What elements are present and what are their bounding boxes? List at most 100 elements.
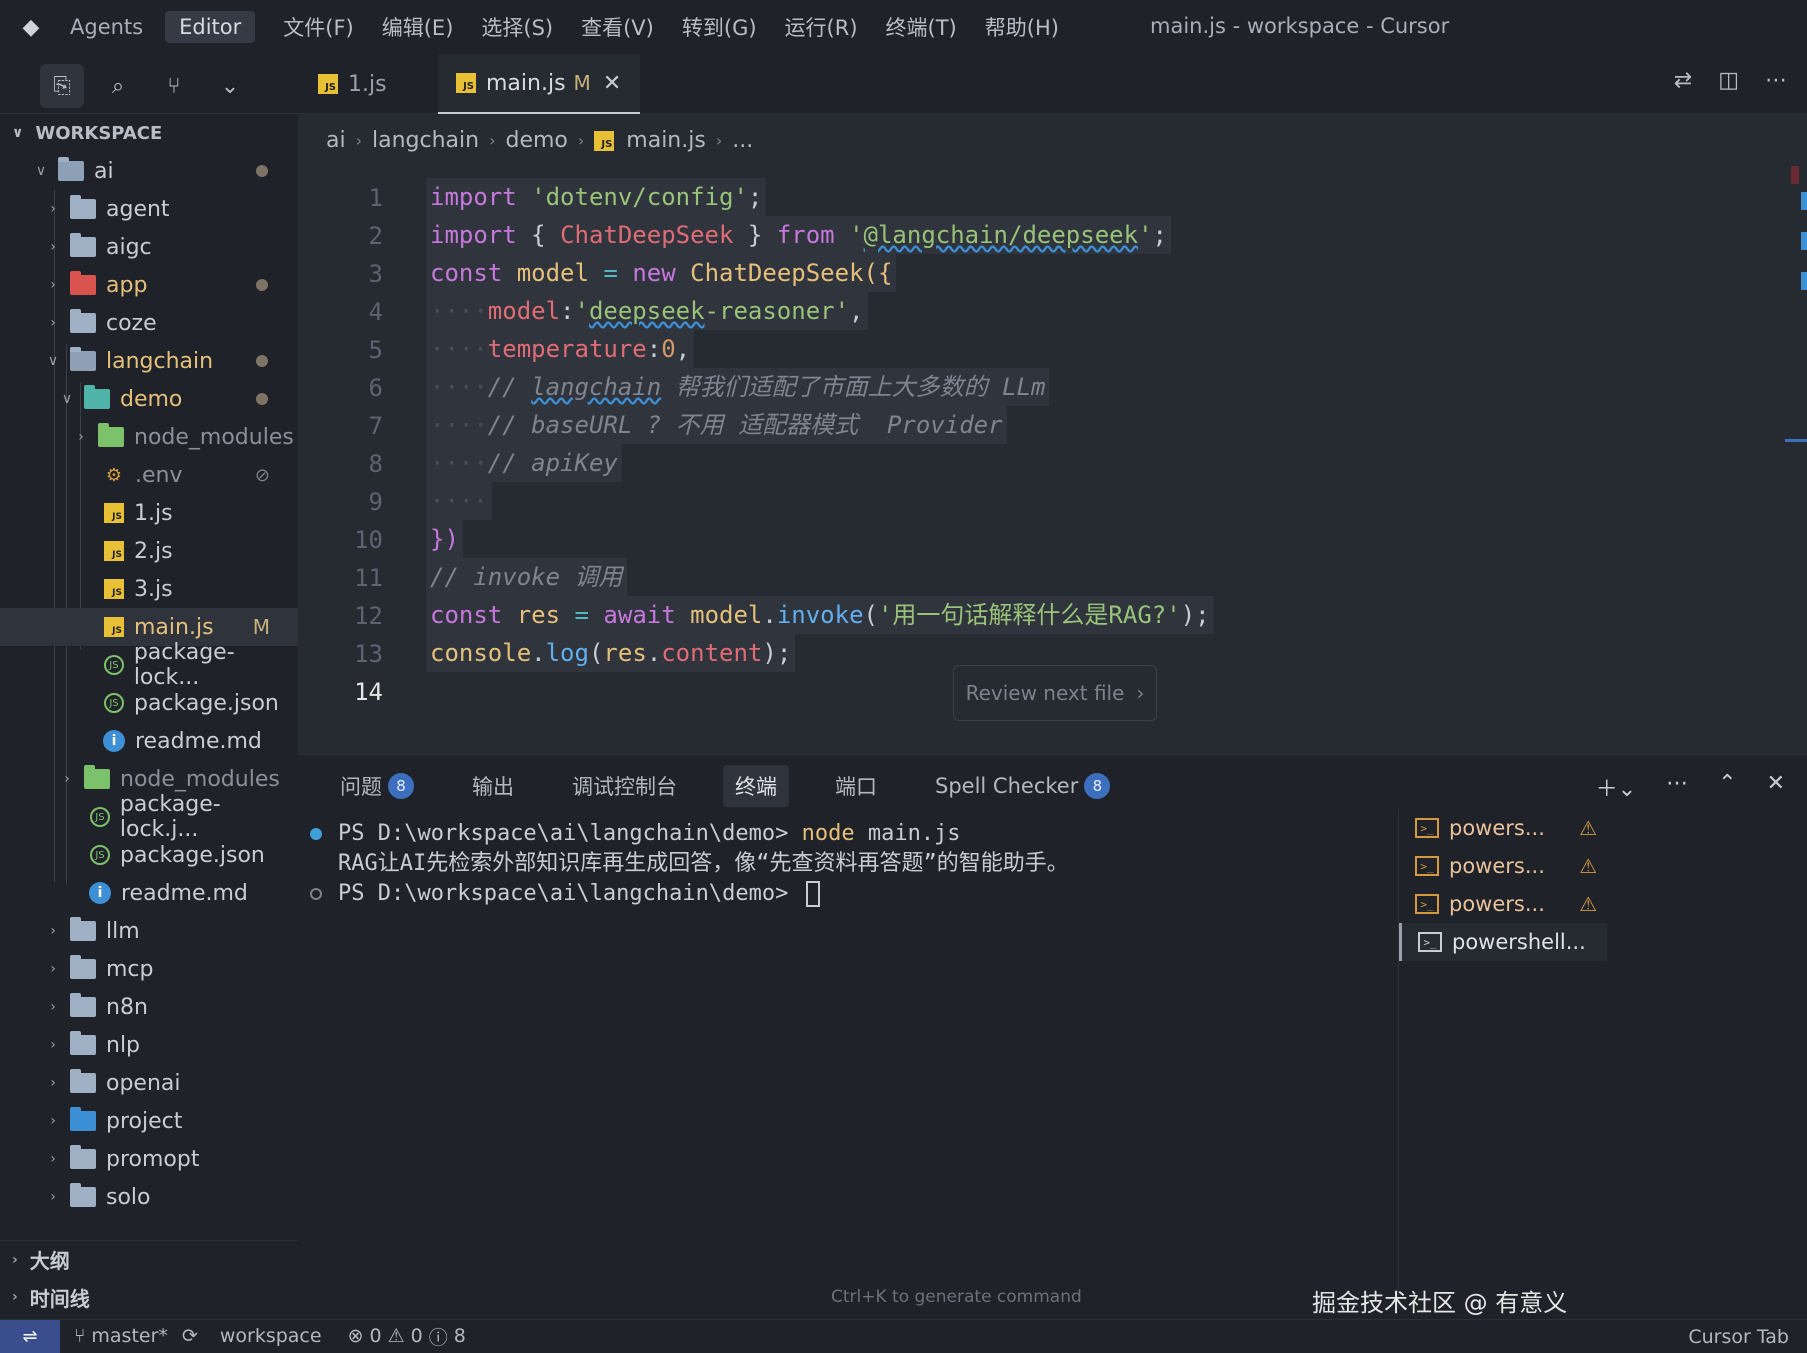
terminal-icon: >_ bbox=[1415, 856, 1439, 876]
tab-label: 输出 bbox=[472, 775, 514, 799]
new-terminal-icon[interactable]: ＋⌄ bbox=[1596, 771, 1636, 803]
tree-item-folder[interactable]: › agent bbox=[0, 190, 298, 228]
menu-file[interactable]: 文件(F) bbox=[283, 12, 353, 42]
close-icon[interactable]: ✕ bbox=[603, 71, 621, 96]
sync-button[interactable]: ⟳ bbox=[182, 1325, 198, 1347]
code-line: ····model:'deepseek-reasoner', bbox=[426, 292, 868, 330]
remote-icon[interactable]: ⇌ bbox=[0, 1319, 60, 1353]
tree-item-folder[interactable]: › solo bbox=[0, 1178, 298, 1216]
folder-icon bbox=[70, 993, 96, 1017]
editor-toggle[interactable]: Editor bbox=[165, 11, 256, 43]
line-number: 8 bbox=[368, 450, 383, 478]
more-actions-icon[interactable]: ⋯ bbox=[1666, 771, 1688, 803]
tree-item-file[interactable]: JS package.json bbox=[0, 684, 298, 722]
tab-problems[interactable]: 问题 8 bbox=[328, 765, 426, 807]
tree-item-folder[interactable]: ∨ langchain bbox=[0, 342, 298, 380]
tab-bar: ⎘ ⌕ ⑂ ⌄ JS 1.js JS main.js M ✕ ⇄ ◫ ⋯ bbox=[0, 54, 1807, 114]
review-next-file-button[interactable]: Review next file › bbox=[953, 665, 1157, 721]
tree-item-folder[interactable]: › project bbox=[0, 1102, 298, 1140]
chevron-down-icon: ∨ bbox=[47, 353, 59, 369]
breadcrumb-item[interactable]: ... bbox=[732, 128, 753, 153]
menu-view[interactable]: 查看(V) bbox=[581, 12, 654, 42]
tab-ports[interactable]: 端口 bbox=[823, 765, 889, 807]
chevron-down-icon[interactable]: ⌄ bbox=[208, 64, 252, 108]
tab-output[interactable]: 输出 bbox=[460, 765, 526, 807]
tab-label: 终端 bbox=[735, 775, 777, 799]
tree-item-folder[interactable]: › openai bbox=[0, 1064, 298, 1102]
tree-item-file[interactable]: JS 1.js bbox=[0, 494, 298, 532]
tree-item-label: mcp bbox=[106, 956, 154, 982]
breadcrumb-item[interactable]: ai bbox=[326, 128, 346, 153]
node-modules-folder-icon bbox=[84, 765, 110, 789]
menu-edit[interactable]: 编辑(E) bbox=[382, 12, 454, 42]
tree-item-folder[interactable]: › app bbox=[0, 266, 298, 304]
more-actions-icon[interactable]: ⋯ bbox=[1765, 68, 1787, 93]
cursor-tab-status[interactable]: Cursor Tab bbox=[1688, 1326, 1789, 1348]
terminal-instance[interactable]: >_ powers... ⚠ bbox=[1399, 885, 1607, 923]
tree-item-file[interactable]: i readme.md bbox=[0, 722, 298, 760]
terminal-output[interactable]: PS D:\workspace\ai\langchain\demo> node … bbox=[310, 819, 1069, 909]
tree-item-folder[interactable]: › n8n bbox=[0, 988, 298, 1026]
tab-main-js[interactable]: JS main.js M ✕ bbox=[438, 54, 640, 114]
menu-run[interactable]: 运行(R) bbox=[785, 12, 858, 42]
terminal-command: node bbox=[801, 821, 855, 846]
terminal-instance[interactable]: >_ powershell... bbox=[1399, 923, 1607, 961]
breadcrumb-item[interactable]: main.js bbox=[626, 128, 706, 153]
tree-item-folder[interactable]: ∨ ai bbox=[0, 152, 298, 190]
tree-item-label: agent bbox=[106, 196, 170, 222]
outline-section[interactable]: › 大纲 bbox=[0, 1240, 298, 1278]
tree-item-folder[interactable]: › nlp bbox=[0, 1026, 298, 1064]
menu-terminal[interactable]: 终端(T) bbox=[886, 12, 957, 42]
tab-spell-checker[interactable]: Spell Checker 8 bbox=[923, 767, 1122, 805]
timeline-label: 时间线 bbox=[29, 1286, 90, 1311]
tab-1js[interactable]: JS 1.js bbox=[318, 54, 438, 114]
tab-debug-console[interactable]: 调试控制台 bbox=[560, 765, 689, 807]
explorer-icon[interactable]: ⎘ bbox=[40, 64, 84, 108]
line-number: 7 bbox=[368, 412, 383, 440]
tree-item-file[interactable]: JS 3.js bbox=[0, 570, 298, 608]
branch-indicator[interactable]: ⑂ master* bbox=[74, 1325, 168, 1347]
warning-icon: ⚠ bbox=[1579, 816, 1597, 840]
js-file-icon: JS bbox=[318, 74, 338, 94]
code-line: }) bbox=[426, 520, 463, 558]
tree-item-folder[interactable]: › aigc bbox=[0, 228, 298, 266]
tree-item-file[interactable]: JS 2.js bbox=[0, 532, 298, 570]
source-control-icon[interactable]: ⑂ bbox=[152, 64, 196, 108]
tree-item-folder[interactable]: ∨ demo bbox=[0, 380, 298, 418]
tree-item-folder[interactable]: › promopt bbox=[0, 1140, 298, 1178]
search-icon[interactable]: ⌕ bbox=[96, 64, 140, 108]
tree-item-file[interactable]: i readme.md bbox=[0, 874, 298, 912]
agents-toggle[interactable]: Agents bbox=[62, 11, 151, 43]
tree-item-folder[interactable]: › node_modules bbox=[0, 418, 298, 456]
app-folder-icon bbox=[70, 271, 96, 295]
workspace-header[interactable]: ∨ WORKSPACE bbox=[0, 114, 298, 152]
problems-indicator[interactable]: ⊗ 0 ⚠ 0 ⓘ 8 bbox=[348, 1323, 466, 1350]
breadcrumb-item[interactable]: langchain bbox=[372, 128, 479, 153]
tree-item-file[interactable]: JS package-lock... bbox=[0, 640, 298, 690]
settings-sliders-icon: ⚙ bbox=[105, 464, 123, 486]
tree-item-folder[interactable]: › llm bbox=[0, 912, 298, 950]
terminal-instance[interactable]: >_ powers... ⚠ bbox=[1399, 847, 1607, 885]
tree-item-file[interactable]: JS package.json bbox=[0, 836, 298, 874]
breadcrumb-item[interactable]: demo bbox=[505, 128, 567, 153]
timeline-section[interactable]: › 时间线 bbox=[0, 1278, 298, 1316]
tab-terminal[interactable]: 终端 bbox=[723, 765, 789, 807]
tree-item-folder[interactable]: › mcp bbox=[0, 950, 298, 988]
split-editor-icon[interactable]: ◫ bbox=[1718, 68, 1739, 93]
terminal-instance[interactable]: >_ powers... ⚠ bbox=[1399, 809, 1607, 847]
code-editor[interactable]: ai › langchain › demo › JS main.js › ...… bbox=[298, 114, 1807, 754]
maximize-panel-icon[interactable]: ⌃ bbox=[1718, 771, 1736, 803]
menu-selection[interactable]: 选择(S) bbox=[481, 12, 553, 42]
menu-go[interactable]: 转到(G) bbox=[682, 12, 757, 42]
tree-item-file[interactable]: ⚙ .env ⊘ bbox=[0, 456, 298, 494]
menu-help[interactable]: 帮助(H) bbox=[985, 12, 1059, 42]
window-title: main.js - workspace - Cursor bbox=[1150, 14, 1450, 38]
workspace-indicator[interactable]: workspace bbox=[220, 1325, 322, 1347]
terminal-line: RAG让AI先检索外部知识库再生成回答，像“先查资料再答题”的智能助手。 bbox=[310, 849, 1069, 879]
tree-item-label: readme.md bbox=[135, 728, 262, 754]
compare-icon[interactable]: ⇄ bbox=[1674, 68, 1692, 93]
tree-item-file[interactable]: JS package-lock.j... bbox=[0, 792, 298, 842]
folder-icon bbox=[70, 1145, 96, 1169]
close-icon[interactable]: ✕ bbox=[1767, 771, 1785, 803]
tree-item-folder[interactable]: › coze bbox=[0, 304, 298, 342]
